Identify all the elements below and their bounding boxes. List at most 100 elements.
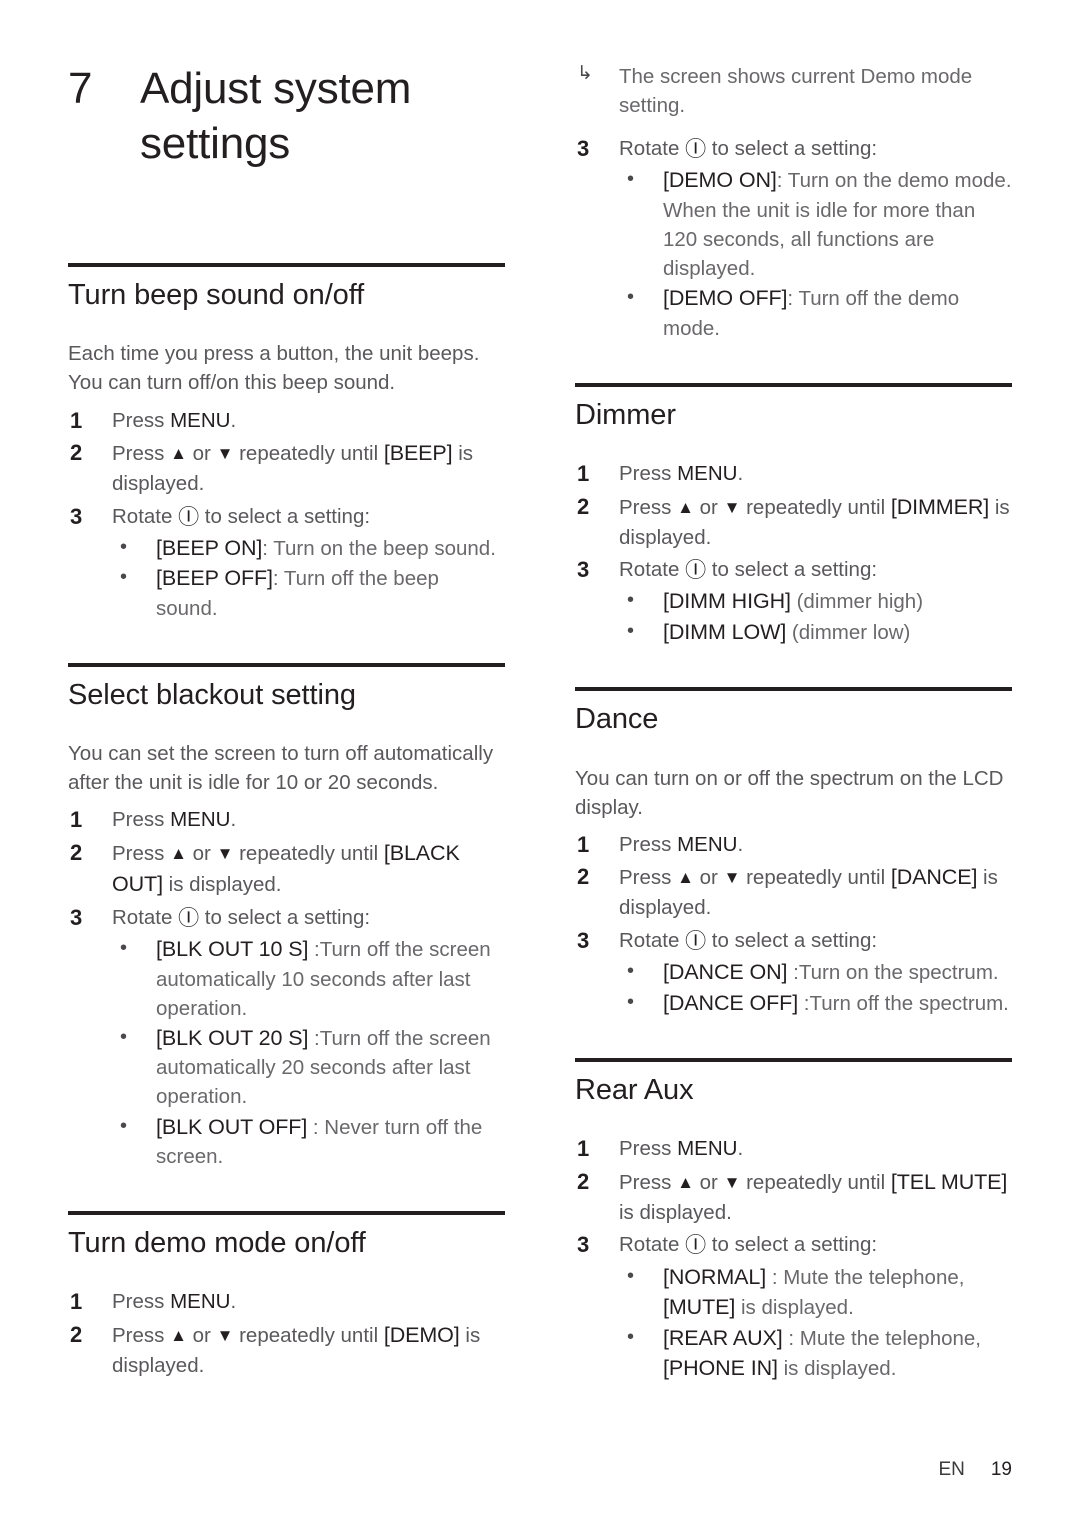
option-item: • [NORMAL] : Mute the telephone, [MUTE] … — [619, 1262, 1012, 1323]
section-intro: You can set the screen to turn off autom… — [68, 742, 494, 795]
step-text: Press MENU. — [619, 832, 744, 856]
step-item: 2 Press ▲ or ▼ repeatedly until [BLACK O… — [68, 838, 505, 900]
option-token: [DEMO OFF] — [663, 286, 788, 311]
step-item: 3 Rotate Ⓘ to select a setting: • [BEEP … — [68, 502, 505, 623]
option-token: [BLK OUT 20 S] — [156, 1025, 309, 1050]
step-item: 1 Press MENU. — [68, 805, 505, 835]
step-list: 1 Press MENU. 2 Press ▲ or ▼ repeatedly … — [575, 459, 1012, 647]
step-item: 1 Press MENU. — [68, 406, 505, 436]
step-number: 3 — [577, 136, 590, 162]
option-desc: :Turn on the spectrum. — [787, 961, 999, 985]
section-select-blackout: Select blackout setting You can set the … — [68, 662, 505, 1171]
step-text: Press MENU. — [619, 1137, 744, 1161]
option-token: [DIMM HIGH] — [663, 589, 791, 614]
section-divider — [575, 687, 1012, 692]
bullet-icon: • — [627, 589, 635, 612]
step-number: 1 — [577, 1136, 590, 1162]
section-heading: Turn demo mode on/off — [68, 1227, 366, 1260]
option-list: • [BEEP ON]: Turn on the beep sound. • [… — [112, 533, 505, 623]
step-text: Press MENU. — [112, 1290, 237, 1314]
step-list: 1 Press MENU. 2 Press ▲ or ▼ repeatedly … — [68, 406, 505, 623]
chapter-number: 7 — [68, 64, 93, 113]
option-desc: : Mute the telephone, — [782, 1326, 981, 1350]
key-label: MENU — [170, 808, 231, 832]
option-desc-secondary: is displayed. — [777, 1357, 897, 1381]
option-token-secondary: [MUTE] — [663, 1295, 736, 1320]
option-item: • [DANCE ON] :Turn on the spectrum. — [619, 957, 1012, 988]
key-label: MENU — [170, 408, 231, 432]
step-text: Rotate Ⓘ to select a setting: — [112, 505, 370, 529]
down-arrow-icon: ▼ — [216, 843, 234, 863]
section-rear-aux: Rear Aux 1 Press MENU. 2 Press ▲ or ▼ re… — [575, 1058, 1012, 1384]
option-item: • [BLK OUT 10 S] :Turn off the screen au… — [112, 934, 505, 1023]
power-knob-icon: Ⓘ — [685, 929, 707, 953]
bullet-icon: • — [120, 937, 128, 960]
step-number: 2 — [577, 1168, 590, 1194]
option-item: • [DANCE OFF] :Turn off the spectrum. — [619, 988, 1012, 1019]
power-knob-icon: Ⓘ — [178, 505, 200, 529]
setting-token: [DIMMER] — [890, 494, 990, 519]
section-divider — [575, 1058, 1012, 1063]
result-note-list: ↳ The screen shows current Demo mode set… — [575, 62, 1012, 120]
power-knob-icon: Ⓘ — [685, 1234, 707, 1258]
option-list: • [DEMO ON]: Turn on the demo mode. When… — [619, 165, 1012, 342]
power-knob-icon: Ⓘ — [178, 906, 200, 930]
option-token: [BEEP OFF] — [156, 566, 273, 591]
option-desc: : Turn on the beep sound. — [262, 536, 496, 560]
up-arrow-icon: ▲ — [170, 1325, 187, 1345]
option-item: • [BEEP OFF]: Turn off the beep sound. — [112, 563, 505, 623]
bullet-icon: • — [120, 1114, 128, 1137]
up-arrow-icon: ▲ — [170, 444, 187, 464]
section-turn-demo-mode: Turn demo mode on/off 1 Press MENU. 2 Pr… — [68, 1211, 505, 1380]
step-item: 1 Press MENU. — [68, 1287, 505, 1317]
footer-page-number: 19 — [990, 1459, 1012, 1480]
bullet-icon: • — [627, 990, 635, 1013]
option-item: • [BLK OUT OFF] : Never turn off the scr… — [112, 1112, 505, 1172]
step-number: 1 — [70, 807, 83, 833]
step-text: Press MENU. — [619, 462, 744, 486]
section-heading: Turn beep sound on/off — [68, 279, 365, 312]
step-item: 3 Rotate Ⓘ to select a setting: • [DANCE… — [575, 926, 1012, 1018]
section-heading: Dimmer — [575, 398, 676, 431]
option-list: • [BLK OUT 10 S] :Turn off the screen au… — [112, 934, 505, 1171]
section-divider — [68, 662, 505, 667]
setting-token: [BEEP] — [383, 441, 453, 466]
step-item: 3 Rotate Ⓘ to select a setting: • [BLK O… — [68, 903, 505, 1171]
section-divider — [68, 1211, 505, 1216]
page-footer: EN 19 — [938, 1459, 1012, 1481]
step-item: 2 Press ▲ or ▼ repeatedly until [TEL MUT… — [575, 1167, 1012, 1227]
result-arrow-icon: ↳ — [577, 63, 593, 84]
step-item: 1 Press MENU. — [575, 830, 1012, 860]
section-turn-beep-sound: Turn beep sound on/off Each time you pre… — [68, 263, 505, 623]
step-text: Press ▲ or ▼ repeatedly until [BLACK OUT… — [112, 840, 460, 896]
setting-token: [DANCE] — [890, 865, 978, 890]
step-text: Rotate Ⓘ to select a setting: — [619, 1233, 877, 1257]
chapter-title-block: 7 Adjust system settings — [68, 62, 505, 171]
step-list: 1 Press MENU. 2 Press ▲ or ▼ repeatedly … — [68, 805, 505, 1171]
step-text: Press ▲ or ▼ repeatedly until [TEL MUTE]… — [619, 1169, 1008, 1224]
key-label: MENU — [677, 832, 738, 856]
option-list: • [NORMAL] : Mute the telephone, [MUTE] … — [619, 1262, 1012, 1384]
option-item: • [DEMO OFF]: Turn off the demo mode. — [619, 283, 1012, 343]
bullet-icon: • — [627, 619, 635, 642]
option-desc: (dimmer low) — [786, 620, 911, 644]
bullet-icon: • — [627, 286, 635, 309]
section-heading: Dance — [575, 703, 659, 736]
option-item: • [REAR AUX] : Mute the telephone, [PHON… — [619, 1323, 1012, 1384]
step-item: 1 Press MENU. — [575, 459, 1012, 489]
up-arrow-icon: ▲ — [170, 843, 187, 863]
option-token: [BEEP ON] — [156, 535, 263, 560]
section-dimmer: Dimmer 1 Press MENU. 2 Press ▲ or ▼ repe… — [575, 382, 1012, 648]
key-label: MENU — [677, 1137, 738, 1161]
bullet-icon: • — [627, 1325, 635, 1348]
option-token: [NORMAL] — [663, 1264, 767, 1289]
step-list: 3 Rotate Ⓘ to select a setting: • [DEMO … — [575, 134, 1012, 343]
step-text: Press ▲ or ▼ repeatedly until [DANCE] is… — [619, 865, 998, 920]
section-demo-mode-continued: ↳ The screen shows current Demo mode set… — [575, 62, 1012, 343]
step-number: 2 — [70, 839, 83, 865]
down-arrow-icon: ▼ — [723, 497, 741, 517]
option-item: • [DIMM HIGH] (dimmer high) — [619, 586, 1012, 617]
step-item: 2 Press ▲ or ▼ repeatedly until [DEMO] i… — [68, 1320, 505, 1380]
bullet-icon: • — [627, 960, 635, 983]
option-item: • [BLK OUT 20 S] :Turn off the screen au… — [112, 1023, 505, 1112]
